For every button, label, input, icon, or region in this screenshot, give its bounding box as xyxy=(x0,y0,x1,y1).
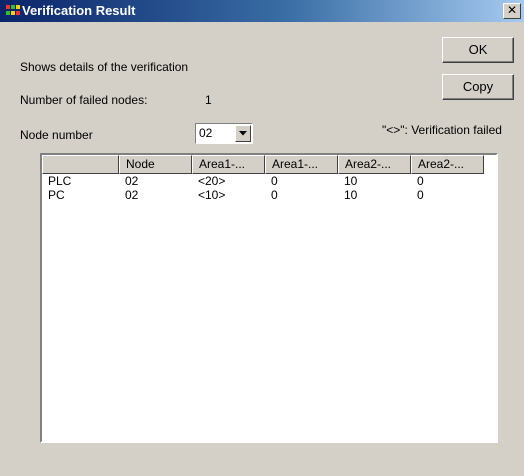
column-header-area2a[interactable]: Area2-... xyxy=(338,155,411,174)
row-source: PC xyxy=(48,188,65,202)
column-header[interactable] xyxy=(42,155,119,174)
app-icon xyxy=(6,5,20,17)
node-number-value: 02 xyxy=(199,126,213,140)
row-source: PLC xyxy=(48,174,72,188)
row-area1b: 0 xyxy=(271,188,278,202)
close-icon: ✕ xyxy=(506,3,518,17)
table-row[interactable]: PC 02 <10> 0 10 0 xyxy=(42,188,496,202)
copy-button[interactable]: Copy xyxy=(442,74,514,100)
row-node: 02 xyxy=(125,188,139,202)
chevron-down-icon xyxy=(239,131,247,136)
row-area1a: <10> xyxy=(198,188,226,202)
row-area2b: 0 xyxy=(417,188,424,202)
row-area2b: 0 xyxy=(417,174,424,188)
row-area2a: 10 xyxy=(344,188,358,202)
row-area1b: 0 xyxy=(271,174,278,188)
description-text: Shows details of the verification xyxy=(20,60,189,74)
failed-nodes-value: 1 xyxy=(205,93,212,107)
column-header-area1b[interactable]: Area1-... xyxy=(265,155,338,174)
failed-nodes-label: Number of failed nodes: xyxy=(20,93,148,107)
list-header: Node Area1-... Area1-... Area2-... Area2… xyxy=(42,155,498,174)
row-node: 02 xyxy=(125,174,139,188)
row-area1a: <20> xyxy=(198,174,226,188)
results-list[interactable]: Node Area1-... Area1-... Area2-... Area2… xyxy=(40,153,498,443)
table-row[interactable]: PLC 02 <20> 0 10 0 xyxy=(42,174,496,188)
column-header-node[interactable]: Node xyxy=(119,155,192,174)
ok-button[interactable]: OK xyxy=(442,37,514,63)
row-area2a: 10 xyxy=(344,174,358,188)
verification-result-dialog: Verification Result ✕ OK Copy Shows deta… xyxy=(0,0,524,476)
dropdown-button[interactable] xyxy=(235,125,251,142)
node-number-label: Node number xyxy=(20,128,93,142)
node-number-select[interactable]: 02 xyxy=(195,123,253,144)
window-title: Verification Result xyxy=(22,3,136,18)
column-header-area2b[interactable]: Area2-... xyxy=(411,155,484,174)
close-button[interactable]: ✕ xyxy=(503,3,521,19)
verification-failed-note: "<>": Verification failed xyxy=(382,123,502,137)
column-header-area1a[interactable]: Area1-... xyxy=(192,155,265,174)
title-bar[interactable]: Verification Result ✕ xyxy=(0,0,524,22)
